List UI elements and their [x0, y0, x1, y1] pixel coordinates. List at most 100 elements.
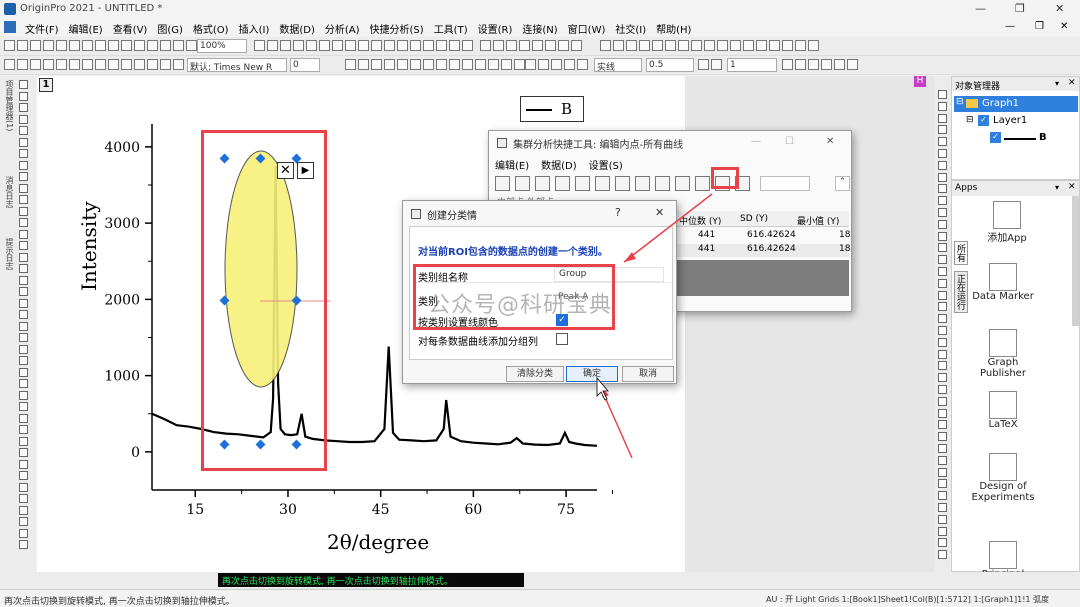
cluster-tool-icon[interactable]	[515, 176, 530, 191]
toolbar-button-icon[interactable]	[711, 59, 722, 70]
tool-icon[interactable]	[19, 80, 28, 89]
toolbar-button-icon[interactable]	[698, 59, 709, 70]
tool-icon[interactable]	[938, 101, 947, 111]
tool-icon[interactable]	[19, 505, 28, 515]
tool-icon[interactable]	[19, 540, 28, 549]
tool-icon[interactable]	[938, 113, 947, 123]
tool-icon[interactable]	[938, 491, 947, 501]
toolbar-button-icon[interactable]	[345, 59, 356, 70]
toolbar-button-icon[interactable]	[462, 40, 473, 51]
tool-icon[interactable]	[938, 219, 947, 229]
toolbar-button-icon[interactable]	[577, 59, 588, 70]
toolbar-button-icon[interactable]	[332, 40, 343, 51]
toolbar-button-icon[interactable]	[652, 40, 663, 51]
tool-icon[interactable]	[938, 550, 947, 560]
tool-icon[interactable]	[19, 390, 28, 400]
toolbar-button-icon[interactable]	[95, 59, 106, 70]
tool-icon[interactable]	[938, 408, 947, 418]
tool-icon[interactable]	[19, 402, 28, 411]
tool-icon[interactable]	[19, 206, 28, 216]
tool-icon[interactable]	[938, 479, 947, 489]
tool-icon[interactable]	[19, 310, 28, 319]
tool-icon[interactable]	[938, 137, 947, 147]
toolbar-button-icon[interactable]	[121, 59, 132, 70]
toolbar-button-icon[interactable]	[743, 40, 754, 51]
toolbar-button-icon[interactable]	[519, 40, 530, 51]
ok-button[interactable]: 确定	[566, 366, 618, 382]
toolbar-button-icon[interactable]	[56, 59, 67, 70]
toolbar-button-icon[interactable]	[134, 59, 145, 70]
line-width-combo[interactable]: 0.5	[646, 58, 694, 72]
menu-item-10[interactable]: 设置(R)	[473, 18, 518, 36]
toolbar-button-icon[interactable]	[475, 59, 486, 70]
toolbar-button-icon[interactable]	[345, 40, 356, 51]
toolbar-button-icon[interactable]	[306, 40, 317, 51]
toolbar-button-icon[interactable]	[600, 40, 611, 51]
checkbox-icon[interactable]: ✓	[978, 115, 989, 126]
toolbar-button-icon[interactable]	[293, 40, 304, 51]
tool-icon[interactable]	[19, 367, 28, 377]
tool-icon[interactable]	[938, 526, 947, 536]
tool-icon[interactable]	[938, 420, 947, 430]
tool-icon[interactable]	[19, 264, 28, 273]
toolbar-button-icon[interactable]	[56, 40, 67, 51]
tool-icon[interactable]	[19, 275, 28, 285]
toolbar-button-icon[interactable]	[82, 59, 93, 70]
toolbar-button-icon[interactable]	[358, 40, 369, 51]
tool-icon[interactable]	[938, 243, 947, 253]
tool-icon[interactable]	[19, 333, 28, 342]
font-combo[interactable]: 默认: Times New R	[187, 58, 287, 73]
apps-scrollbar[interactable]	[1072, 196, 1079, 326]
toolbar-button-icon[interactable]	[756, 40, 767, 51]
toolbar-button-icon[interactable]	[160, 40, 171, 51]
toolbar-button-icon[interactable]	[173, 40, 184, 51]
toolbar-button-icon[interactable]	[423, 40, 434, 51]
cluster-toolbar-field[interactable]	[760, 176, 810, 191]
toolbar-button-icon[interactable]	[30, 59, 41, 70]
tool-icon[interactable]	[938, 337, 947, 347]
toolbar-button-icon[interactable]	[108, 59, 119, 70]
menu-item-2[interactable]: 查看(V)	[108, 18, 153, 36]
toolbar-button-icon[interactable]	[558, 40, 569, 51]
tool-icon[interactable]	[19, 482, 28, 492]
apps-tab-running[interactable]: 正在运行	[954, 271, 968, 313]
toolbar-button-icon[interactable]	[462, 59, 473, 70]
toolbar-button-icon[interactable]	[493, 40, 504, 51]
tool-icon[interactable]	[938, 90, 947, 99]
app-item[interactable]: Graph Publisher	[968, 329, 1038, 379]
tool-icon[interactable]	[19, 91, 28, 101]
pin-icon[interactable]: ▾	[1055, 183, 1059, 192]
cluster-tool-icon[interactable]	[555, 176, 570, 191]
menu-item-7[interactable]: 分析(A)	[320, 18, 365, 36]
toolbar-button-icon[interactable]	[371, 59, 382, 70]
toolbar-button-icon[interactable]	[639, 40, 650, 51]
cluster-tool-icon[interactable]	[495, 176, 510, 191]
tree-item-graph[interactable]: ⊟ Graph1	[954, 96, 1078, 112]
toolbar-button-icon[interactable]	[121, 40, 132, 51]
toolbar-button-icon[interactable]	[808, 40, 819, 51]
tool-icon[interactable]	[938, 503, 947, 512]
tool-icon[interactable]	[19, 114, 28, 124]
tool-icon[interactable]	[938, 326, 947, 335]
cluster-menu-2[interactable]: 设置(S)	[589, 161, 623, 172]
toolbar-button-icon[interactable]	[506, 40, 517, 51]
menu-item-5[interactable]: 插入(I)	[234, 18, 275, 36]
menu-item-4[interactable]: 格式(O)	[188, 18, 234, 36]
app-item[interactable]: LaTeX	[968, 391, 1038, 430]
toolbar-button-icon[interactable]	[691, 40, 702, 51]
cancel-button[interactable]: 取消	[622, 366, 674, 382]
tool-icon[interactable]	[19, 425, 28, 434]
tool-icon[interactable]	[938, 514, 947, 524]
tool-icon[interactable]	[938, 373, 947, 383]
tool-icon[interactable]	[19, 195, 28, 204]
tool-icon[interactable]	[938, 267, 947, 276]
toolbar-button-icon[interactable]	[147, 40, 158, 51]
tool-icon[interactable]	[938, 444, 947, 453]
toolbar-button-icon[interactable]	[717, 40, 728, 51]
tool-icon[interactable]	[938, 160, 947, 170]
tool-icon[interactable]	[938, 172, 947, 182]
toolbar-button-icon[interactable]	[43, 40, 54, 51]
tool-icon[interactable]	[938, 385, 947, 394]
toolbar-button-icon[interactable]	[808, 59, 819, 70]
tool-icon[interactable]	[19, 448, 28, 457]
